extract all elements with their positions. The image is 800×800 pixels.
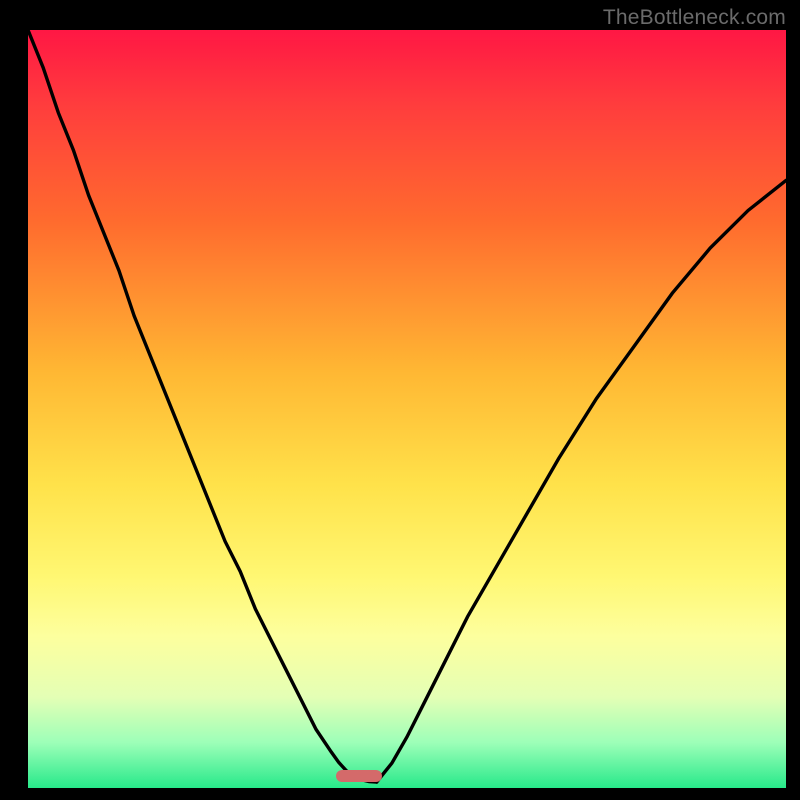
curve-left (28, 30, 377, 782)
optimum-marker (336, 770, 382, 782)
plot-area (28, 30, 786, 782)
curve-right (377, 180, 786, 782)
outer-frame: TheBottleneck.com (0, 0, 800, 800)
watermark-text: TheBottleneck.com (603, 6, 786, 30)
bottleneck-curve (28, 30, 786, 782)
